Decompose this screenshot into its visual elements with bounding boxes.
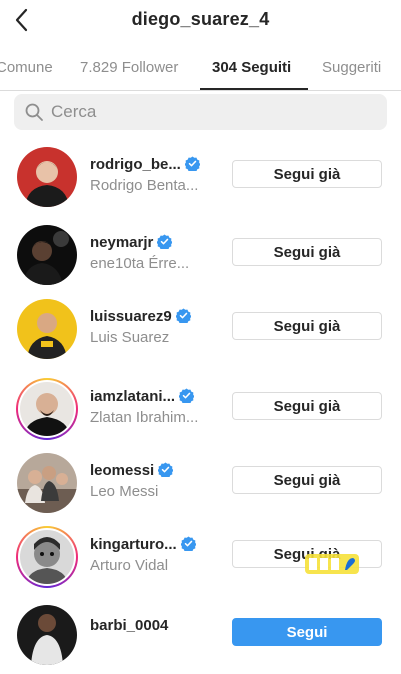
avatar[interactable] <box>16 224 78 286</box>
verified-badge-icon <box>184 156 200 171</box>
verified-badge-icon <box>179 388 195 403</box>
list-item[interactable]: iamzlatani... Zlatan Ibrahim... Segui gi… <box>0 378 401 448</box>
tab-common[interactable]: Comune <box>0 59 53 76</box>
avatar-image <box>17 605 77 665</box>
following-button[interactable]: Segui già <box>232 160 382 188</box>
verified-badge-icon <box>175 308 191 323</box>
username[interactable]: neymarjr <box>90 234 173 251</box>
full-name: Rodrigo Benta... <box>90 177 199 194</box>
avatar[interactable] <box>16 146 78 208</box>
following-button[interactable]: Segui già <box>232 238 382 266</box>
avatar-image <box>20 382 74 436</box>
following-button[interactable]: Segui già <box>232 392 382 420</box>
username[interactable]: iamzlatani... <box>90 388 195 405</box>
verified-badge-icon <box>180 536 196 551</box>
full-name: Arturo Vidal <box>90 557 169 574</box>
verified-badge-icon <box>158 462 174 477</box>
watermark-logo-icon <box>305 554 359 574</box>
username[interactable]: rodrigo_be... <box>90 156 200 173</box>
list-item[interactable]: luissuarez9 Luis Suarez Segui già <box>0 298 401 368</box>
avatar[interactable] <box>16 452 78 514</box>
follow-button[interactable]: Segui <box>232 618 382 646</box>
tab-bar: Comune 7.829 Follower 304 Seguiti Sugger… <box>0 48 401 91</box>
list-item[interactable]: neymarjr ene10ta Érre... Segui già <box>0 224 401 294</box>
username[interactable]: leomessi <box>90 462 174 479</box>
list-item[interactable]: rodrigo_be... Rodrigo Benta... Segui già <box>0 146 401 216</box>
avatar[interactable] <box>16 378 78 440</box>
search-input[interactable]: Cerca <box>51 102 96 122</box>
avatar-image <box>17 147 77 207</box>
list-item[interactable]: leomessi Leo Messi Segui già <box>0 452 401 522</box>
avatar[interactable] <box>16 604 78 666</box>
username[interactable]: barbi_0004 <box>90 617 168 634</box>
username[interactable]: kingarturo... <box>90 536 196 553</box>
avatar-image <box>17 299 77 359</box>
search-icon <box>25 103 43 121</box>
tab-followers[interactable]: 7.829 Follower <box>80 59 178 76</box>
username[interactable]: luissuarez9 <box>90 308 191 325</box>
following-button[interactable]: Segui già <box>232 312 382 340</box>
page-title: diego_suarez_4 <box>131 9 270 29</box>
avatar-image <box>20 530 74 584</box>
verified-badge-icon <box>157 234 173 249</box>
search-bar[interactable]: Cerca <box>14 94 387 130</box>
full-name: Luis Suarez <box>90 329 170 346</box>
full-name: ene10ta Érre... <box>90 255 190 272</box>
top-bar: diego_suarez_4 <box>0 0 401 42</box>
tab-suggested[interactable]: Suggeriti <box>322 59 381 76</box>
tab-following[interactable]: 304 Seguiti <box>212 59 291 76</box>
avatar[interactable] <box>16 298 78 360</box>
following-button[interactable]: Segui già <box>232 466 382 494</box>
full-name: Zlatan Ibrahim... <box>90 409 199 426</box>
list-item[interactable]: barbi_0004 Segui <box>0 604 401 674</box>
avatar-image <box>17 453 77 513</box>
avatar-image <box>17 225 77 285</box>
avatar[interactable] <box>16 526 78 588</box>
active-tab-indicator <box>200 88 308 90</box>
full-name: Leo Messi <box>90 483 159 500</box>
